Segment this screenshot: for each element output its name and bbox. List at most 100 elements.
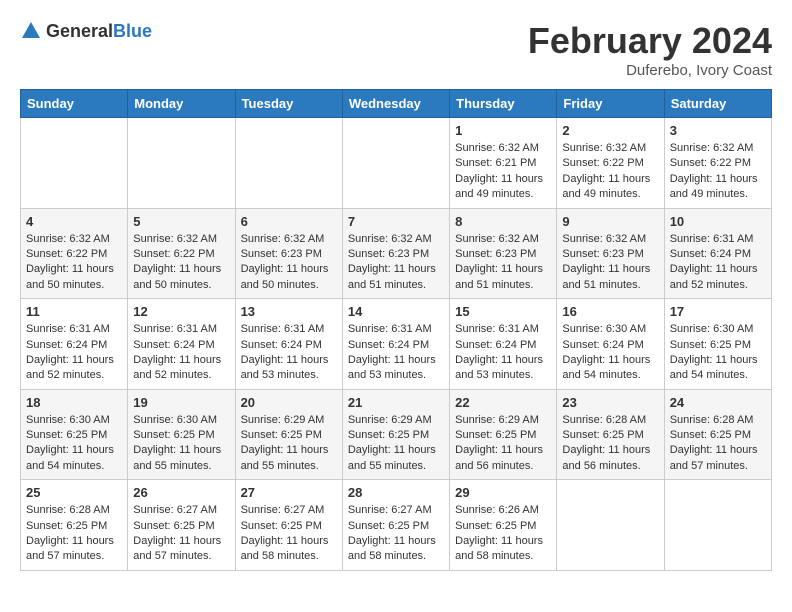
calendar-cell: 19 Sunrise: 6:30 AM Sunset: 6:25 PM Dayli… bbox=[128, 389, 235, 480]
day-of-week-sunday: Sunday bbox=[21, 90, 128, 118]
logo-icon bbox=[20, 20, 42, 42]
day-number: 13 bbox=[241, 304, 337, 319]
day-info: Sunrise: 6:31 AM Sunset: 6:24 PM Dayligh… bbox=[26, 322, 122, 384]
day-number: 6 bbox=[241, 214, 337, 229]
calendar-cell: 28Sunrise: 6:27 AM Sunset: 6:25 PM Dayli… bbox=[342, 480, 449, 571]
calendar-cell: 11 Sunrise: 6:31 AM Sunset: 6:24 PM Dayli… bbox=[21, 299, 128, 390]
calendar-cell: 29 Sunrise: 6:26 AM Sunset: 6:25 PM Dayli… bbox=[450, 480, 557, 571]
day-number: 15 bbox=[455, 304, 551, 319]
calendar-cell: 26 Sunrise: 6:27 AM Sunset: 6:25 PM Dayli… bbox=[128, 480, 235, 571]
day-number: 4 bbox=[26, 214, 122, 229]
day-info: Sunrise: 6:28 AM Sunset: 6:25 PM Dayligh… bbox=[670, 413, 766, 475]
day-info: Sunrise: 6:31 AM Sunset: 6:24 PM Dayligh… bbox=[670, 232, 766, 294]
subtitle: Duferebo, Ivory Coast bbox=[528, 62, 772, 79]
day-info: Sunrise: 6:28 AM Sunset: 6:25 PM Dayligh… bbox=[562, 413, 658, 475]
day-of-week-wednesday: Wednesday bbox=[342, 90, 449, 118]
day-number: 3 bbox=[670, 123, 766, 138]
day-info: Sunrise: 6:30 AM Sunset: 6:25 PM Dayligh… bbox=[670, 322, 766, 384]
calendar-cell: 2 Sunrise: 6:32 AM Sunset: 6:22 PM Daylig… bbox=[557, 118, 664, 209]
logo-text: GeneralBlue bbox=[46, 21, 152, 42]
logo: GeneralBlue bbox=[20, 20, 152, 42]
calendar-cell bbox=[557, 480, 664, 571]
day-number: 5 bbox=[133, 214, 229, 229]
day-number: 16 bbox=[562, 304, 658, 319]
day-number: 25 bbox=[26, 485, 122, 500]
calendar-cell: 12 Sunrise: 6:31 AM Sunset: 6:24 PM Dayli… bbox=[128, 299, 235, 390]
calendar-week-1: 1Sunrise: 6:32 AM Sunset: 6:21 PM Daylig… bbox=[21, 118, 772, 209]
calendar-cell: 6 Sunrise: 6:32 AM Sunset: 6:23 PM Daylig… bbox=[235, 208, 342, 299]
calendar-body: 1Sunrise: 6:32 AM Sunset: 6:21 PM Daylig… bbox=[21, 118, 772, 571]
day-info: Sunrise: 6:32 AM Sunset: 6:23 PM Dayligh… bbox=[562, 232, 658, 294]
header: GeneralBlue February 2024 Duferebo, Ivor… bbox=[20, 20, 772, 79]
calendar-week-3: 11 Sunrise: 6:31 AM Sunset: 6:24 PM Dayli… bbox=[21, 299, 772, 390]
calendar-week-4: 18 Sunrise: 6:30 AM Sunset: 6:25 PM Dayli… bbox=[21, 389, 772, 480]
calendar-week-2: 4Sunrise: 6:32 AM Sunset: 6:22 PM Daylig… bbox=[21, 208, 772, 299]
day-info: Sunrise: 6:29 AM Sunset: 6:25 PM Dayligh… bbox=[348, 413, 444, 475]
days-of-week-row: SundayMondayTuesdayWednesdayThursdayFrid… bbox=[21, 90, 772, 118]
calendar-cell: 4Sunrise: 6:32 AM Sunset: 6:22 PM Daylig… bbox=[21, 208, 128, 299]
day-number: 14 bbox=[348, 304, 444, 319]
day-of-week-saturday: Saturday bbox=[664, 90, 771, 118]
calendar-cell: 20 Sunrise: 6:29 AM Sunset: 6:25 PM Dayli… bbox=[235, 389, 342, 480]
calendar-cell bbox=[235, 118, 342, 209]
day-info: Sunrise: 6:30 AM Sunset: 6:24 PM Dayligh… bbox=[562, 322, 658, 384]
day-info: Sunrise: 6:31 AM Sunset: 6:24 PM Dayligh… bbox=[133, 322, 229, 384]
day-number: 24 bbox=[670, 395, 766, 410]
day-number: 23 bbox=[562, 395, 658, 410]
calendar-cell: 22 Sunrise: 6:29 AM Sunset: 6:25 PM Dayli… bbox=[450, 389, 557, 480]
day-info: Sunrise: 6:26 AM Sunset: 6:25 PM Dayligh… bbox=[455, 503, 551, 565]
day-info: Sunrise: 6:32 AM Sunset: 6:22 PM Dayligh… bbox=[670, 141, 766, 203]
logo-blue: Blue bbox=[113, 21, 152, 41]
calendar-cell: 5Sunrise: 6:32 AM Sunset: 6:22 PM Daylig… bbox=[128, 208, 235, 299]
day-of-week-thursday: Thursday bbox=[450, 90, 557, 118]
calendar-cell bbox=[342, 118, 449, 209]
day-info: Sunrise: 6:29 AM Sunset: 6:25 PM Dayligh… bbox=[455, 413, 551, 475]
calendar-cell: 7 Sunrise: 6:32 AM Sunset: 6:23 PM Daylig… bbox=[342, 208, 449, 299]
day-number: 20 bbox=[241, 395, 337, 410]
day-number: 22 bbox=[455, 395, 551, 410]
title-area: February 2024 Duferebo, Ivory Coast bbox=[528, 20, 772, 79]
day-number: 29 bbox=[455, 485, 551, 500]
day-number: 18 bbox=[26, 395, 122, 410]
day-number: 9 bbox=[562, 214, 658, 229]
calendar-cell: 24 Sunrise: 6:28 AM Sunset: 6:25 PM Dayli… bbox=[664, 389, 771, 480]
day-info: Sunrise: 6:27 AM Sunset: 6:25 PM Dayligh… bbox=[133, 503, 229, 565]
calendar-header: SundayMondayTuesdayWednesdayThursdayFrid… bbox=[21, 90, 772, 118]
calendar-week-5: 25 Sunrise: 6:28 AM Sunset: 6:25 PM Dayli… bbox=[21, 480, 772, 571]
day-number: 26 bbox=[133, 485, 229, 500]
calendar-cell: 13 Sunrise: 6:31 AM Sunset: 6:24 PM Dayli… bbox=[235, 299, 342, 390]
day-of-week-monday: Monday bbox=[128, 90, 235, 118]
day-info: Sunrise: 6:32 AM Sunset: 6:22 PM Dayligh… bbox=[562, 141, 658, 203]
day-number: 7 bbox=[348, 214, 444, 229]
calendar-cell: 14 Sunrise: 6:31 AM Sunset: 6:24 PM Dayli… bbox=[342, 299, 449, 390]
calendar-cell: 23 Sunrise: 6:28 AM Sunset: 6:25 PM Dayli… bbox=[557, 389, 664, 480]
day-info: Sunrise: 6:29 AM Sunset: 6:25 PM Dayligh… bbox=[241, 413, 337, 475]
day-info: Sunrise: 6:28 AM Sunset: 6:25 PM Dayligh… bbox=[26, 503, 122, 565]
day-info: Sunrise: 6:32 AM Sunset: 6:23 PM Dayligh… bbox=[241, 232, 337, 294]
day-info: Sunrise: 6:31 AM Sunset: 6:24 PM Dayligh… bbox=[241, 322, 337, 384]
day-of-week-tuesday: Tuesday bbox=[235, 90, 342, 118]
day-number: 2 bbox=[562, 123, 658, 138]
day-number: 27 bbox=[241, 485, 337, 500]
main-title: February 2024 bbox=[528, 20, 772, 62]
day-info: Sunrise: 6:31 AM Sunset: 6:24 PM Dayligh… bbox=[455, 322, 551, 384]
logo-general: General bbox=[46, 21, 113, 41]
day-info: Sunrise: 6:30 AM Sunset: 6:25 PM Dayligh… bbox=[133, 413, 229, 475]
day-number: 19 bbox=[133, 395, 229, 410]
day-info: Sunrise: 6:27 AM Sunset: 6:25 PM Dayligh… bbox=[348, 503, 444, 565]
day-info: Sunrise: 6:27 AM Sunset: 6:25 PM Dayligh… bbox=[241, 503, 337, 565]
day-info: Sunrise: 6:32 AM Sunset: 6:23 PM Dayligh… bbox=[348, 232, 444, 294]
calendar-cell: 27 Sunrise: 6:27 AM Sunset: 6:25 PM Dayli… bbox=[235, 480, 342, 571]
day-number: 10 bbox=[670, 214, 766, 229]
calendar-cell: 25 Sunrise: 6:28 AM Sunset: 6:25 PM Dayli… bbox=[21, 480, 128, 571]
day-number: 12 bbox=[133, 304, 229, 319]
calendar-cell: 17 Sunrise: 6:30 AM Sunset: 6:25 PM Dayli… bbox=[664, 299, 771, 390]
day-number: 11 bbox=[26, 304, 122, 319]
day-info: Sunrise: 6:32 AM Sunset: 6:23 PM Dayligh… bbox=[455, 232, 551, 294]
day-of-week-friday: Friday bbox=[557, 90, 664, 118]
day-info: Sunrise: 6:31 AM Sunset: 6:24 PM Dayligh… bbox=[348, 322, 444, 384]
day-info: Sunrise: 6:30 AM Sunset: 6:25 PM Dayligh… bbox=[26, 413, 122, 475]
calendar-cell bbox=[21, 118, 128, 209]
day-number: 8 bbox=[455, 214, 551, 229]
day-number: 17 bbox=[670, 304, 766, 319]
